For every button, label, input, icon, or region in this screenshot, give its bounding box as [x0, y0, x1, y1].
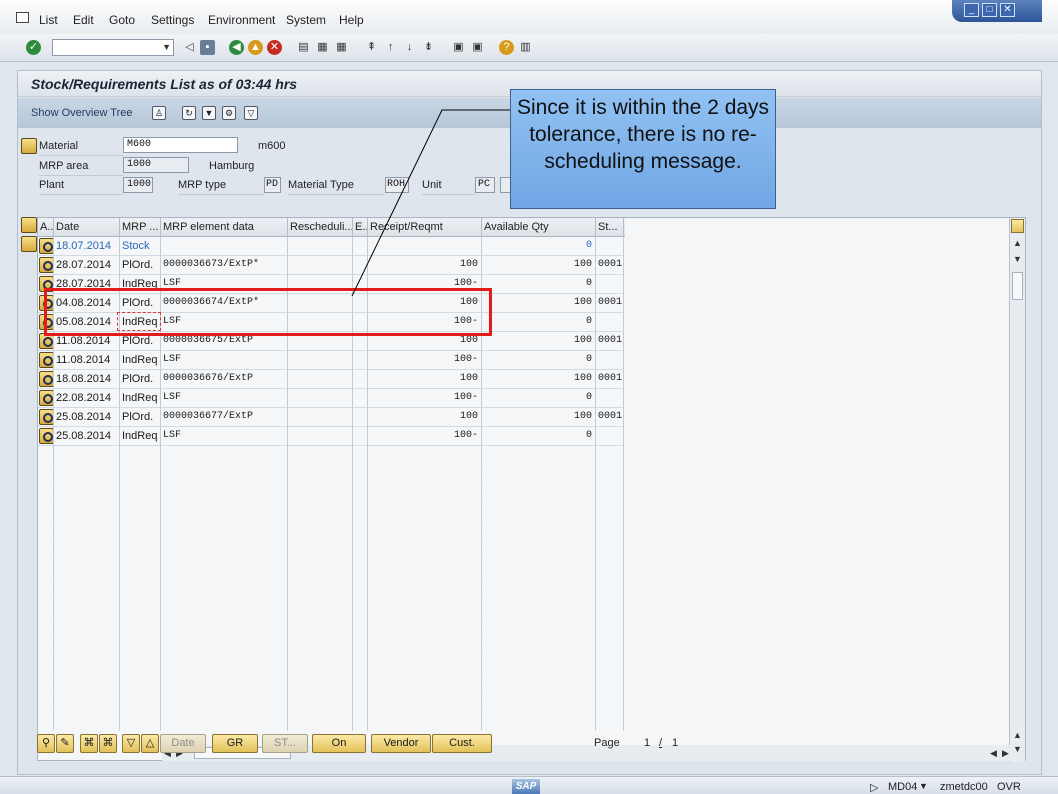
callout-note: Since it is within the 2 days tolerance,… — [510, 89, 776, 209]
